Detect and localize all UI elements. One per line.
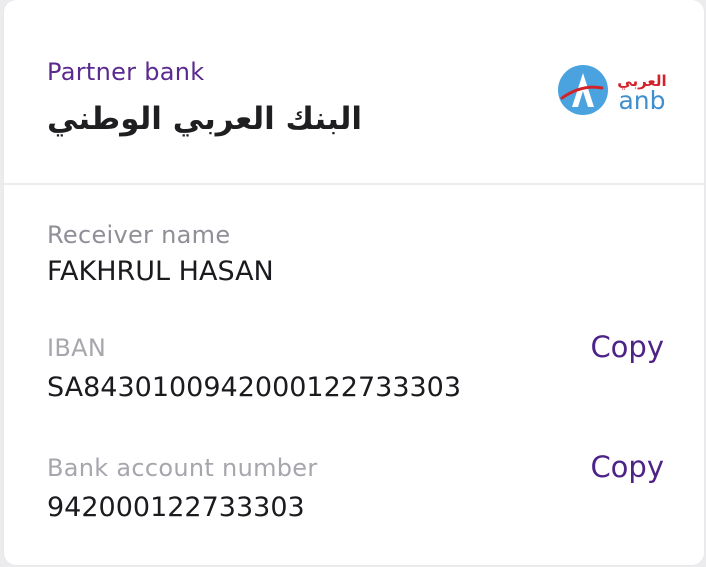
logo-latin-text: anb — [618, 86, 665, 115]
partner-bank-name: البنك العربي الوطني — [47, 101, 362, 137]
bank-account-number-label: Bank account number — [47, 454, 318, 482]
receiver-name-value: FAKHRUL HASAN — [47, 256, 274, 287]
anb-logo-icon: العربي anb — [556, 64, 668, 120]
iban-value: SA8430100942000122733303 — [47, 372, 462, 403]
section-divider — [4, 183, 704, 185]
iban-label: IBAN — [47, 334, 107, 362]
receiver-name-label: Receiver name — [47, 221, 231, 249]
copy-iban-button[interactable]: Copy — [590, 330, 664, 364]
partner-bank-label: Partner bank — [47, 58, 205, 86]
bank-details-card: Partner bank البنك العربي الوطني العربي … — [4, 0, 704, 565]
copy-account-number-button[interactable]: Copy — [590, 450, 664, 484]
partner-bank-section: Partner bank البنك العربي الوطني العربي … — [4, 0, 704, 183]
bank-account-number-value: 942000122733303 — [47, 492, 305, 523]
